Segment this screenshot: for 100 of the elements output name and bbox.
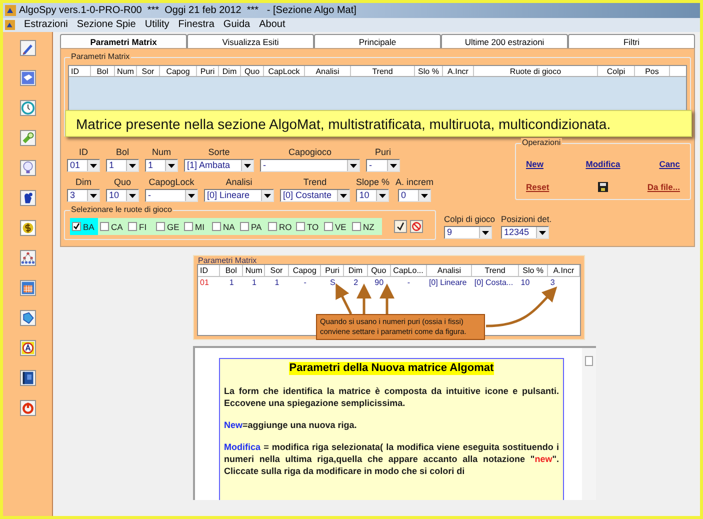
- field-label: Bol: [116, 147, 129, 158]
- dropdown[interactable]: -: [366, 159, 400, 172]
- action-link[interactable]: Canc: [659, 158, 680, 169]
- power-icon[interactable]: [20, 400, 36, 416]
- column-header[interactable]: Analisi: [427, 265, 472, 276]
- column-header[interactable]: Capog: [288, 265, 322, 276]
- dropdown[interactable]: [0] Costante: [280, 189, 350, 202]
- wheel-checkbox[interactable]: PA: [238, 218, 266, 235]
- manual-icon[interactable]: [20, 370, 36, 386]
- column-header[interactable]: Analisi: [305, 66, 351, 76]
- column-header[interactable]: Trend: [472, 265, 519, 276]
- reset-link[interactable]: Reset: [526, 182, 550, 192]
- column-header[interactable]: ID: [69, 66, 91, 76]
- column-header[interactable]: A.Incr: [548, 265, 580, 276]
- dropdown[interactable]: 1: [145, 159, 178, 172]
- column-header[interactable]: Num: [115, 66, 137, 76]
- column-header[interactable]: Quo: [241, 66, 264, 76]
- dropdown[interactable]: 01: [67, 159, 100, 172]
- column-header[interactable]: Ruote di gioco: [474, 66, 598, 76]
- clock-icon[interactable]: [20, 100, 36, 116]
- field-label: Num: [152, 147, 171, 158]
- column-header[interactable]: Num: [243, 265, 266, 276]
- tab[interactable]: Principale: [314, 34, 441, 48]
- field-label: Capogioco: [288, 147, 332, 158]
- checkmark-icon: [73, 223, 80, 230]
- scrollbar[interactable]: [582, 348, 596, 500]
- column-header[interactable]: ID: [198, 265, 220, 276]
- wheel-checkbox[interactable]: BA: [70, 218, 98, 235]
- wheel-checkbox[interactable]: NZ: [350, 218, 378, 235]
- wheel-checkbox[interactable]: NA: [210, 218, 238, 235]
- dropdown[interactable]: 9: [444, 226, 492, 239]
- menu-item[interactable]: Guida: [223, 19, 250, 31]
- dropdown[interactable]: 10: [106, 189, 139, 202]
- column-header[interactable]: Bol: [91, 66, 115, 76]
- lightbulb-icon[interactable]: [20, 160, 36, 176]
- flashlight-icon[interactable]: [20, 130, 36, 146]
- dropdown[interactable]: -: [145, 189, 198, 202]
- action-link[interactable]: Modifica: [586, 158, 620, 169]
- tab[interactable]: Ultime 200 estrazioni: [441, 34, 568, 48]
- field-label: Sorte: [208, 147, 230, 158]
- group-title: Parametri Matrix: [198, 256, 257, 265]
- column-header[interactable]: CapLock: [264, 66, 305, 76]
- dropdown[interactable]: [1] Ambata: [184, 159, 254, 172]
- field-label: CapogLock: [148, 177, 194, 188]
- tab[interactable]: Visualizza Esiti: [187, 34, 314, 48]
- column-header[interactable]: Slo %: [518, 265, 548, 276]
- wheel-checkbox[interactable]: MI: [182, 218, 210, 235]
- tree-diagram-icon[interactable]: [20, 250, 36, 266]
- wheel-checkbox[interactable]: FI: [126, 218, 154, 235]
- dropdown-arrow-icon: [168, 164, 175, 168]
- dropdown[interactable]: [0] Lineare: [204, 189, 274, 202]
- dropdown[interactable]: -: [260, 159, 360, 172]
- dollar-icon[interactable]: [20, 220, 36, 236]
- column-header[interactable]: A.Incr: [443, 66, 474, 76]
- column-header[interactable]: Sor: [265, 265, 289, 276]
- app-icon: [5, 5, 16, 16]
- column-header[interactable]: Bol: [220, 265, 244, 276]
- column-header[interactable]: Puri: [321, 265, 344, 276]
- column-header[interactable]: Pos: [635, 66, 670, 76]
- menu-item[interactable]: Finestra: [178, 19, 214, 31]
- menu-item[interactable]: Sezione Spie: [76, 19, 136, 31]
- document-heading: Parametri della Nuova matrice Algomat: [289, 362, 494, 375]
- dropdown[interactable]: 0: [398, 189, 432, 202]
- column-header[interactable]: Colpi: [598, 66, 635, 76]
- column-header[interactable]: Slo %: [415, 66, 443, 76]
- wheel-checkbox[interactable]: RO: [266, 218, 294, 235]
- clear-icon[interactable]: [410, 220, 423, 233]
- check-all-icon[interactable]: [394, 220, 407, 233]
- dropdown[interactable]: 10: [356, 189, 390, 202]
- dropdown[interactable]: 12345: [501, 226, 550, 239]
- calendar-icon[interactable]: [20, 280, 36, 296]
- menu-item[interactable]: Estrazioni: [24, 19, 68, 31]
- column-header[interactable]: CapLo...: [390, 265, 428, 276]
- reset-link[interactable]: Da file...: [647, 182, 680, 192]
- wheel-checkbox[interactable]: VE: [322, 218, 350, 235]
- pencil-icon[interactable]: [20, 40, 36, 56]
- dropdown[interactable]: 3: [67, 189, 100, 202]
- tab[interactable]: Filtri: [568, 34, 695, 48]
- book-icon[interactable]: [20, 70, 36, 86]
- column-header[interactable]: Capog: [160, 66, 197, 76]
- table-cell-text: 1: [251, 277, 258, 288]
- letter-a-icon[interactable]: [20, 340, 36, 356]
- dropdown[interactable]: 1: [106, 159, 139, 172]
- action-link[interactable]: New: [526, 158, 544, 169]
- column-header[interactable]: Dim: [344, 265, 368, 276]
- dropdown-arrow-icon: [188, 194, 195, 198]
- wheel-checkbox[interactable]: TO: [294, 218, 322, 235]
- diamond-icon[interactable]: [20, 310, 36, 326]
- wheel-checkbox[interactable]: GE: [154, 218, 182, 235]
- wheel-checkbox[interactable]: CA: [98, 218, 126, 235]
- column-header[interactable]: Quo: [368, 265, 390, 276]
- tab[interactable]: Parametri Matrix: [60, 34, 187, 48]
- dropdown-arrow-icon: [129, 164, 136, 168]
- menu-item[interactable]: About: [259, 19, 286, 31]
- column-header[interactable]: Trend: [351, 66, 415, 76]
- column-header[interactable]: Dim: [219, 66, 241, 76]
- save-icon[interactable]: [598, 182, 608, 192]
- column-header[interactable]: Sor: [137, 66, 160, 76]
- column-header[interactable]: Puri: [197, 66, 219, 76]
- menu-item[interactable]: Utility: [144, 19, 170, 31]
